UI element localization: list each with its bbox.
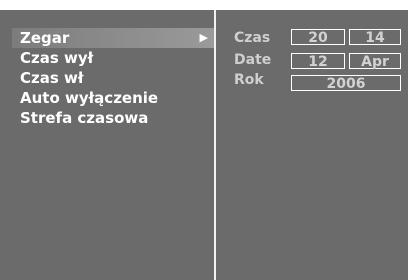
minute-field[interactable]: 14 [349, 29, 401, 46]
clock-settings-panel: Czas 20 14 Date 12 Apr Rok 2006 [216, 10, 408, 280]
menu-item-auto-wylaczenie[interactable]: Auto wyłączenie [12, 88, 214, 108]
menu-item-label: Czas wł [20, 69, 84, 87]
menu-item-czas-wl[interactable]: Czas wł [12, 68, 214, 88]
time-menu: Zegar ▶ Czas wył Czas wł Auto wyłączenie… [12, 28, 214, 128]
menu-item-label: Auto wyłączenie [20, 89, 159, 107]
year-field[interactable]: 2006 [291, 75, 401, 92]
menu-panel: Zegar ▶ Czas wył Czas wł Auto wyłączenie… [0, 10, 214, 280]
hour-field[interactable]: 20 [291, 29, 345, 46]
triangle-right-icon: ▶ [199, 31, 208, 44]
top-border [0, 0, 408, 10]
menu-item-zegar[interactable]: Zegar ▶ [12, 28, 214, 48]
menu-item-label: Czas wył [20, 49, 94, 67]
date-label: Date [234, 52, 272, 68]
time-label: Czas [234, 30, 271, 46]
menu-item-label: Zegar [20, 29, 70, 47]
year-label: Rok [234, 72, 264, 88]
day-field[interactable]: 12 [291, 53, 345, 70]
menu-item-czas-wyl[interactable]: Czas wył [12, 48, 214, 68]
menu-item-strefa-czasowa[interactable]: Strefa czasowa [12, 108, 214, 128]
menu-item-label: Strefa czasowa [20, 109, 149, 127]
month-field[interactable]: Apr [349, 53, 401, 70]
